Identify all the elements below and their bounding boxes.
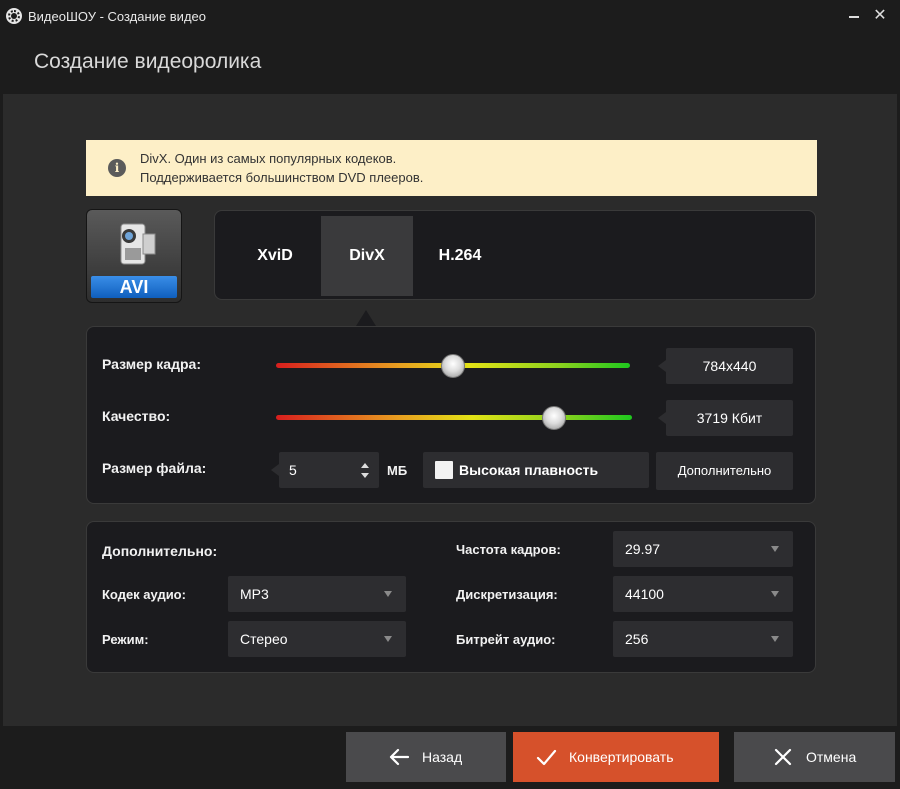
chevron-down-icon bbox=[771, 636, 779, 642]
checkmark-icon bbox=[536, 749, 557, 766]
cancel-button[interactable]: Отмена bbox=[734, 732, 895, 782]
file-size-label: Размер файла: bbox=[102, 460, 207, 476]
close-icon bbox=[774, 748, 792, 766]
file-size-input[interactable] bbox=[279, 452, 349, 488]
mode-select[interactable]: Стерео bbox=[228, 621, 406, 657]
stepper-down-icon[interactable] bbox=[361, 473, 369, 478]
high-smoothness-checkbox[interactable]: Высокая плавность bbox=[423, 452, 649, 488]
mode-value: Стерео bbox=[240, 631, 288, 647]
format-label: AVI bbox=[91, 276, 177, 298]
audio-codec-label: Кодек аудио: bbox=[102, 587, 186, 602]
advanced-button[interactable]: Дополнительно bbox=[656, 452, 793, 490]
sampling-select[interactable]: 44100 bbox=[613, 576, 793, 612]
audio-bitrate-select[interactable]: 256 bbox=[613, 621, 793, 657]
cancel-label: Отмена bbox=[806, 749, 857, 765]
audio-codec-select[interactable]: MP3 bbox=[228, 576, 406, 612]
back-button[interactable]: Назад bbox=[346, 732, 506, 782]
sampling-label: Дискретизация: bbox=[456, 587, 558, 602]
checkbox-icon[interactable] bbox=[435, 461, 453, 479]
audio-bitrate-value: 256 bbox=[625, 631, 649, 647]
quality-slider[interactable] bbox=[276, 415, 632, 420]
mode-label: Режим: bbox=[102, 632, 149, 647]
chevron-down-icon bbox=[384, 591, 392, 597]
frame-rate-select[interactable]: 29.97 bbox=[613, 531, 793, 567]
video-camera-icon bbox=[120, 223, 156, 265]
file-size-stepper[interactable] bbox=[271, 452, 379, 488]
convert-button[interactable]: Конвертировать bbox=[513, 732, 719, 782]
info-banner: i DivX. Один из самых популярных кодеков… bbox=[86, 140, 817, 196]
format-avi-tile[interactable]: AVI bbox=[86, 209, 182, 303]
codec-tabs: XviD DivX H.264 bbox=[214, 210, 816, 300]
arrow-left-icon bbox=[389, 748, 410, 766]
quality-slider-knob[interactable] bbox=[541, 406, 566, 430]
page-title: Создание видеоролика bbox=[34, 50, 262, 73]
quality-label: Качество: bbox=[102, 408, 171, 424]
header: Создание видеоролика bbox=[0, 32, 900, 94]
quality-value: 3719 Кбит bbox=[658, 400, 793, 436]
info-line-1: DivX. Один из самых популярных кодеков. bbox=[140, 151, 397, 166]
minimize-button[interactable] bbox=[844, 6, 864, 26]
window-title: ВидеоШОУ - Создание видео bbox=[28, 8, 206, 24]
info-text: DivX. Один из самых популярных кодеков. … bbox=[140, 149, 423, 187]
frame-size-label: Размер кадра: bbox=[102, 356, 201, 372]
film-reel-icon bbox=[6, 8, 22, 24]
frame-rate-label: Частота кадров: bbox=[456, 542, 561, 557]
stepper-up-icon[interactable] bbox=[361, 463, 369, 468]
tab-h264[interactable]: H.264 bbox=[413, 216, 507, 296]
tab-xvid[interactable]: XviD bbox=[229, 216, 321, 296]
tab-divx[interactable]: DivX bbox=[321, 216, 413, 296]
info-line-2: Поддерживается большинством DVD плееров. bbox=[140, 170, 424, 185]
audio-codec-value: MP3 bbox=[240, 586, 269, 602]
high-smoothness-label: Высокая плавность bbox=[459, 462, 599, 478]
sampling-value: 44100 bbox=[625, 586, 664, 602]
chevron-down-icon bbox=[771, 546, 779, 552]
info-icon: i bbox=[108, 159, 126, 177]
close-button[interactable]: ✕ bbox=[870, 6, 890, 26]
advanced-title: Дополнительно: bbox=[102, 543, 218, 559]
title-bar: ВидеоШОУ - Создание видео ✕ bbox=[0, 0, 900, 32]
convert-label: Конвертировать bbox=[569, 749, 674, 765]
frame-size-value: 784x440 bbox=[658, 348, 793, 384]
file-size-unit: МБ bbox=[387, 463, 408, 478]
audio-bitrate-label: Битрейт аудио: bbox=[456, 632, 556, 647]
frame-rate-value: 29.97 bbox=[625, 541, 661, 557]
chevron-down-icon bbox=[384, 636, 392, 642]
selected-tab-pointer bbox=[356, 310, 376, 326]
back-label: Назад bbox=[422, 749, 463, 765]
chevron-down-icon bbox=[771, 591, 779, 597]
frame-size-slider-knob[interactable] bbox=[441, 354, 465, 378]
